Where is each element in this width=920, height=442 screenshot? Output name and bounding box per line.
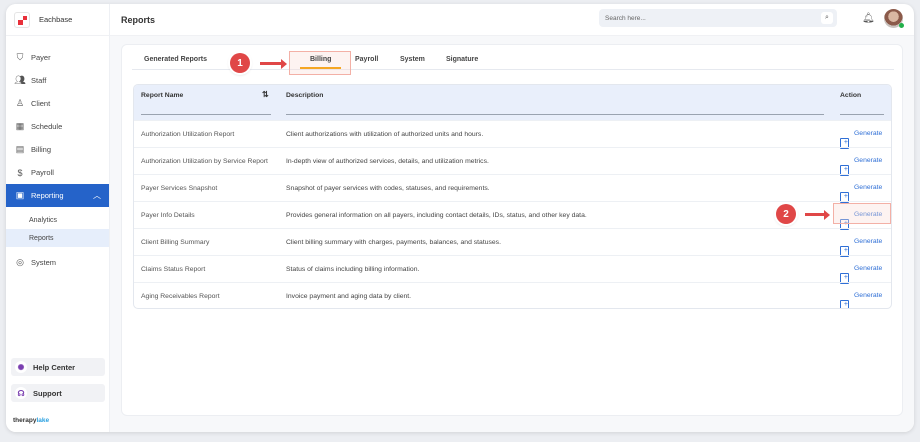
table-row: Payer Services Snapshot Snapshot of paye… — [134, 174, 891, 203]
chevron-up-icon: ︿ — [93, 191, 101, 200]
sidebar: Eachbase ⛉ Payer 👥︎ Staff ♙ Client ▦ Schedul… — [6, 4, 110, 432]
sidebar-item-system[interactable]: ◎ System — [6, 251, 109, 274]
report-description: Client authorizations with utilization o… — [286, 131, 484, 138]
document-plus-icon: + — [840, 300, 849, 308]
search-input[interactable]: Search here... ⌕ — [599, 9, 837, 27]
sidebar-item-staff[interactable]: 👥︎ Staff — [6, 69, 109, 92]
calendar-icon: ▦ — [15, 121, 25, 131]
table-row: Aging Receivables Report Invoice payment… — [134, 282, 891, 308]
sidebar-subitem-reports[interactable]: Reports — [6, 229, 109, 247]
app-window: Eachbase ⛉ Payer 👥︎ Staff ♙ Client ▦ Schedul… — [6, 4, 914, 432]
table-row: Authorization Utilization Report Client … — [134, 120, 891, 149]
tab-generated-reports[interactable]: Generated Reports — [144, 56, 207, 63]
tab-system[interactable]: System — [400, 56, 425, 63]
generate-button[interactable]: + Generate — [840, 290, 882, 308]
tab-payroll[interactable]: Payroll — [355, 56, 378, 63]
eachbase-logo — [14, 11, 30, 28]
annotation-arrow-2 — [805, 209, 830, 220]
report-name: Authorization Utilization Report — [141, 131, 235, 138]
report-name: Aging Receivables Report — [141, 293, 220, 300]
avatar[interactable] — [884, 9, 904, 28]
report-description: Client billing summary with charges, pay… — [286, 239, 501, 246]
report-description: Status of claims including billing infor… — [286, 266, 420, 273]
sidebar-subitem-analytics[interactable]: Analytics — [6, 211, 109, 229]
report-name: Client Billing Summary — [141, 239, 210, 246]
annotation-arrow-1 — [260, 58, 287, 69]
bell-icon[interactable]: 🔔︎ — [862, 13, 875, 24]
report-icon: ▣ — [15, 190, 25, 200]
help-icon: ✺ — [15, 361, 27, 373]
column-header-report-name: Report Name — [141, 92, 184, 99]
filter-underline — [141, 114, 271, 115]
annotation-step-1: 1 — [230, 53, 250, 73]
sidebar-item-payer[interactable]: ⛉ Payer — [6, 46, 109, 69]
report-description: Provides general information on all paye… — [286, 212, 587, 219]
receipt-icon: ▤ — [15, 144, 25, 154]
table-row: Client Billing Summary Client billing su… — [134, 228, 891, 257]
report-description: Snapshot of payer services with codes, s… — [286, 185, 490, 192]
system-icon: ◎ — [16, 257, 24, 267]
report-name: Payer Info Details — [141, 212, 195, 219]
sidebar-item-client[interactable]: ♙ Client — [6, 92, 109, 115]
filter-underline — [286, 114, 824, 115]
help-center-button[interactable]: ✺ Help Center — [11, 358, 105, 376]
users-icon: 👥︎ — [14, 75, 26, 85]
sidebar-item-payroll[interactable]: $ Payroll — [6, 161, 109, 184]
tab-billing[interactable]: Billing — [299, 56, 342, 69]
annotation-highlight-generate — [833, 203, 891, 224]
annotation-highlight-billing-tab — [289, 51, 351, 75]
search-icon[interactable]: ⌕ — [821, 12, 833, 24]
column-header-action: Action — [840, 92, 862, 99]
report-description: In-depth view of authorized services, de… — [286, 158, 489, 165]
table-row: Claims Status Report Status of claims in… — [134, 255, 891, 284]
top-header: Reports Search here... ⌕ 🔔︎ — [110, 4, 914, 36]
report-description: Invoice payment and aging data by client… — [286, 293, 412, 300]
report-name: Claims Status Report — [141, 266, 206, 273]
sidebar-item-schedule[interactable]: ▦ Schedule — [6, 115, 109, 138]
column-header-description: Description — [286, 92, 324, 99]
generate-button[interactable]: + Generate — [840, 155, 882, 176]
table-header: Report Name ⇅ Description Action — [134, 85, 891, 120]
report-name: Payer Services Snapshot — [141, 185, 218, 192]
main-content: Generated Reports Billing Payroll System… — [110, 36, 914, 432]
brand: Eachbase — [6, 4, 109, 36]
generate-button[interactable]: + Generate — [840, 128, 882, 149]
therapylake-logo: therapylake — [13, 417, 50, 424]
page-title: Reports — [121, 14, 156, 25]
user-icon: ♙ — [15, 98, 25, 108]
report-name: Authorization Utilization by Service Rep… — [141, 158, 268, 165]
generate-button[interactable]: + Generate — [840, 236, 882, 257]
generate-button[interactable]: + Generate — [840, 263, 882, 284]
tab-signature[interactable]: Signature — [446, 56, 478, 63]
online-status-dot — [899, 23, 904, 28]
brand-name: Eachbase — [39, 15, 73, 24]
annotation-step-2: 2 — [776, 204, 796, 224]
table-row: Authorization Utilization by Service Rep… — [134, 147, 891, 176]
generate-button[interactable]: + Generate — [840, 182, 882, 203]
headset-icon: ☊ — [15, 387, 27, 399]
reports-table: Report Name ⇅ Description Action Authori… — [133, 84, 892, 309]
sort-icon[interactable]: ⇅ — [262, 90, 269, 99]
money-icon: $ — [17, 167, 23, 178]
shield-icon: ⛉ — [16, 52, 24, 62]
sidebar-item-reporting[interactable]: ▣ Reporting ︿ — [6, 184, 109, 207]
sidebar-item-billing[interactable]: ▤ Billing — [6, 138, 109, 161]
reports-panel: Generated Reports Billing Payroll System… — [121, 44, 903, 416]
filter-underline — [840, 114, 884, 115]
support-button[interactable]: ☊ Support — [11, 384, 105, 402]
